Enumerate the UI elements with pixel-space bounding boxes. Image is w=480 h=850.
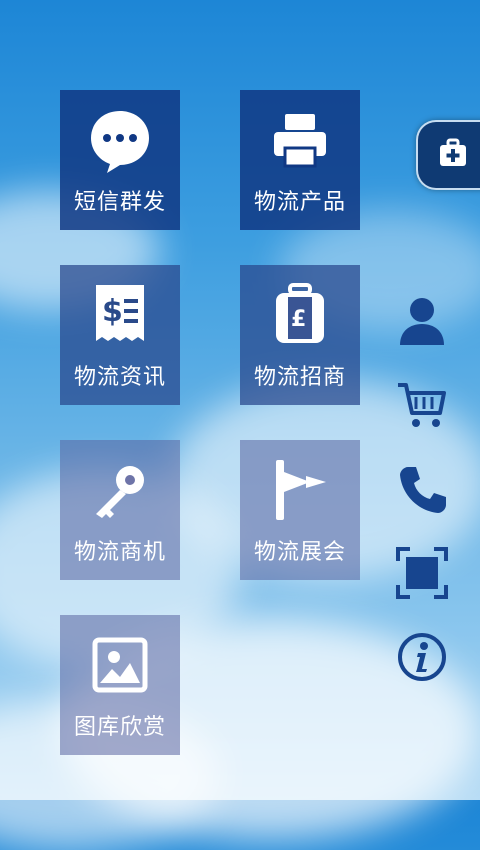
tile-label: 物流招商 <box>253 365 346 390</box>
tile-label: 物流展会 <box>253 540 346 565</box>
receipt-icon: $ <box>60 265 180 365</box>
medical-kit-tab[interactable] <box>416 120 480 190</box>
tile-label: 物流产品 <box>253 190 346 215</box>
tile-logistics-opportunities[interactable]: 物流商机 <box>60 440 180 580</box>
cart-icon[interactable] <box>395 378 449 432</box>
svg-text:$: $ <box>102 294 123 329</box>
picture-icon <box>60 615 180 715</box>
tile-logistics-investment[interactable]: £ 物流招商 <box>240 265 360 405</box>
svg-text:£: £ <box>291 307 306 332</box>
tile-gallery[interactable]: 图库欣赏 <box>60 615 180 755</box>
tile-logistics-exhibition[interactable]: 物流展会 <box>240 440 360 580</box>
medical-kit-icon <box>438 138 468 172</box>
tile-sms-broadcast[interactable]: 短信群发 <box>60 90 180 230</box>
tile-label: 短信群发 <box>73 190 166 215</box>
tile-label: 图库欣赏 <box>73 715 166 740</box>
flag-icon <box>240 440 360 540</box>
suitcase-pound-icon: £ <box>240 265 360 365</box>
tile-logistics-news[interactable]: $ 物流资讯 <box>60 265 180 405</box>
info-icon[interactable] <box>395 630 449 684</box>
key-icon <box>60 440 180 540</box>
tile-label: 物流资讯 <box>73 365 166 390</box>
fullscreen-icon[interactable] <box>395 546 449 600</box>
chat-bubble-icon <box>60 90 180 190</box>
tile-label: 物流商机 <box>73 540 166 565</box>
printer-icon <box>240 90 360 190</box>
user-icon[interactable] <box>395 294 449 348</box>
phone-icon[interactable] <box>395 462 449 516</box>
tile-logistics-products[interactable]: 物流产品 <box>240 90 360 230</box>
